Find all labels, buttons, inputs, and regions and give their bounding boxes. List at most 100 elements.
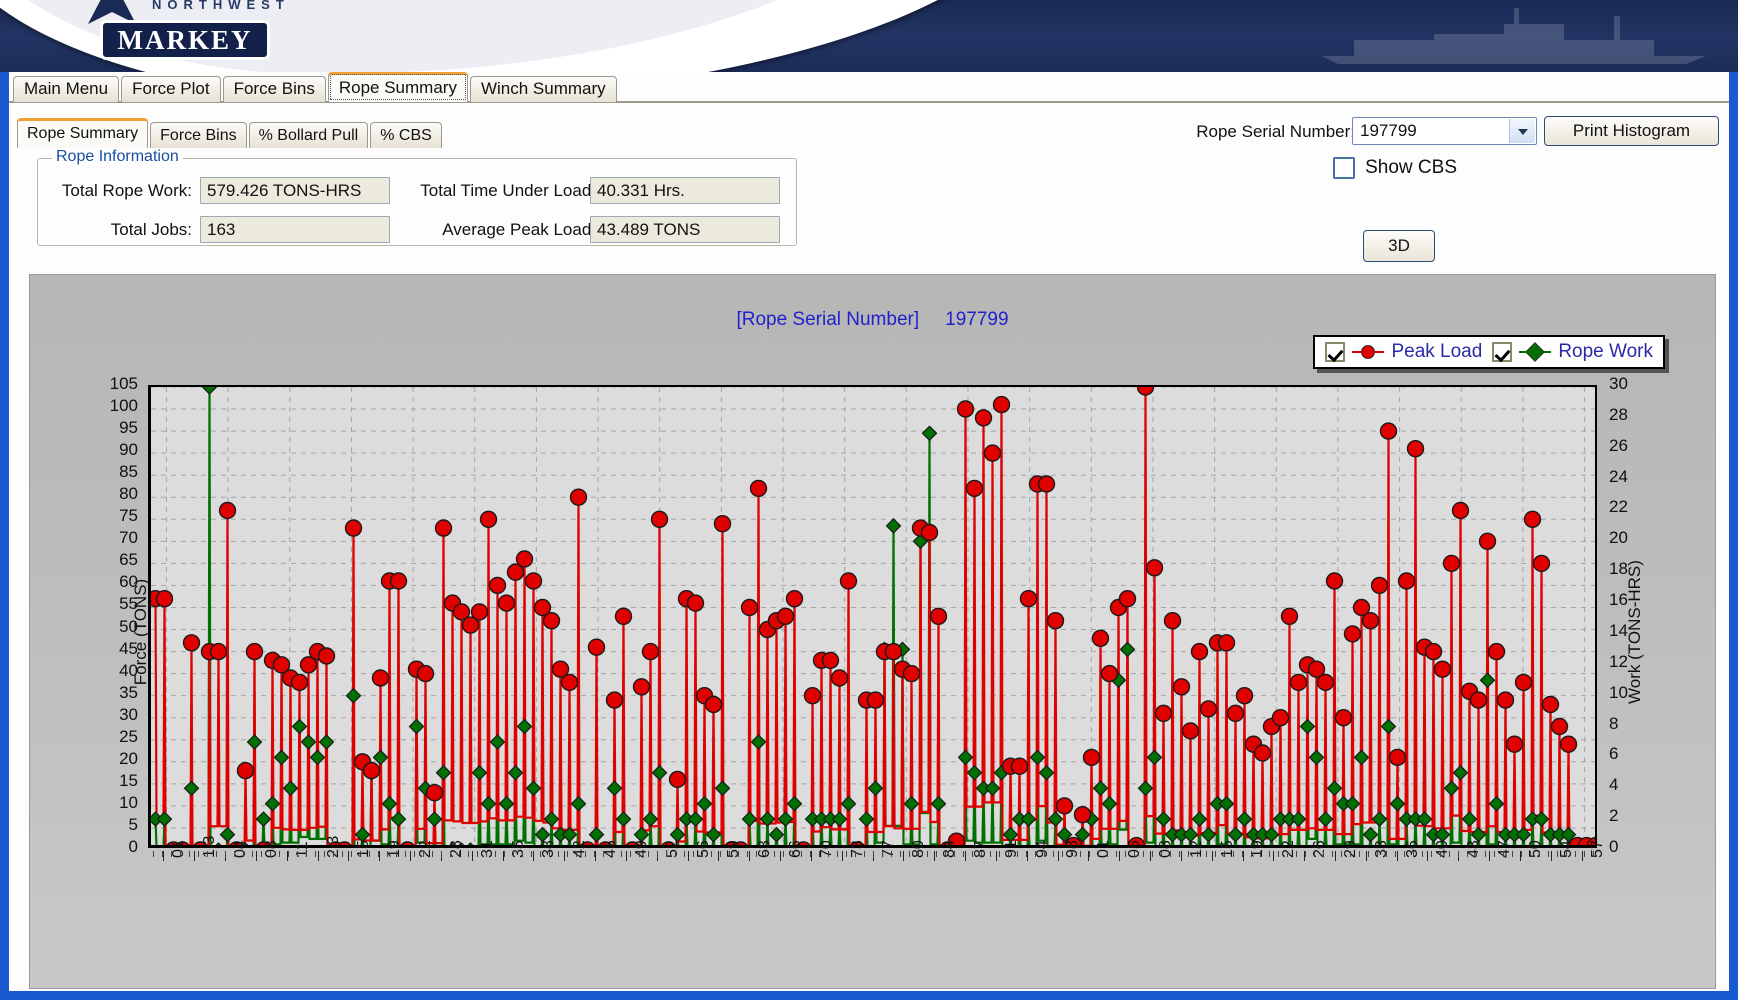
x-tick-mark	[317, 851, 319, 861]
x-tick-mark-minor	[296, 851, 298, 857]
x-tick-mark-minor	[1232, 851, 1234, 857]
x-tick-mark-minor	[1088, 851, 1090, 857]
x-tick-mark-minor	[827, 851, 829, 857]
average-peak-load-label: Average Peak Load:	[442, 220, 596, 239]
x-tick-mark-minor	[314, 851, 316, 857]
x-tick-mark-minor	[1538, 851, 1540, 857]
brand-logo: MARKEY	[100, 20, 270, 60]
tab-rope-summary[interactable]: Rope Summary	[327, 72, 468, 102]
x-tick-mark-minor	[773, 851, 775, 857]
x-tick-label: 28	[447, 840, 465, 858]
x-tick-mark-minor	[1304, 851, 1306, 857]
x-tick-mark-minor	[908, 851, 910, 857]
print-histogram-button[interactable]: Print Histogram	[1544, 116, 1719, 146]
x-tick-mark-minor	[746, 851, 748, 857]
chart-panel: [Rope Serial Number] 197799 Peak Load Rop…	[29, 274, 1716, 989]
x-tick-mark-minor	[683, 851, 685, 857]
x-tick-mark	[965, 851, 966, 861]
x-tick-label: 40	[1434, 840, 1452, 858]
x-tick-mark-minor	[1349, 851, 1351, 857]
tab-main-menu[interactable]: Main Menu	[13, 76, 120, 102]
x-tick-mark	[595, 851, 596, 861]
x-tick-mark-minor	[1394, 851, 1396, 857]
x-tick-mark-minor	[989, 851, 991, 857]
y-tick-right: 12	[1609, 651, 1628, 671]
x-tick-mark	[1427, 851, 1429, 861]
x-tick-mark	[810, 851, 812, 861]
x-tick-mark-minor	[1187, 851, 1189, 857]
x-tick-mark-minor	[782, 851, 784, 857]
x-tick-mark-minor	[575, 851, 577, 857]
x-tick-mark-minor	[998, 851, 1000, 857]
subtab-cbs[interactable]: % CBS	[370, 122, 442, 148]
x-tick-mark-minor	[251, 851, 253, 857]
x-tick-mark-minor	[1115, 851, 1117, 857]
y-tick-left: 5	[128, 814, 138, 834]
x-tick-label: 42	[571, 840, 589, 858]
x-tick-mark-minor	[890, 851, 892, 857]
x-tick-mark-minor	[1052, 851, 1054, 857]
x-tick-mark-minor	[1151, 851, 1153, 857]
x-tick-mark	[1026, 851, 1028, 861]
x-tick-mark-minor	[971, 851, 973, 857]
inner-tabstrip: Rope Summary Force Bins % Bollard Pull %…	[17, 116, 444, 148]
x-tick-label: 2.3	[324, 835, 342, 858]
x-tick-mark-minor	[818, 851, 820, 857]
show-cbs-checkbox-row[interactable]: Show CBS	[1333, 157, 1457, 179]
rope-serial-number-select[interactable]: 197799	[1352, 117, 1537, 145]
chevron-down-icon[interactable]	[1509, 119, 1535, 143]
tab-force-bins[interactable]: Force Bins	[222, 76, 326, 102]
x-tick-mark-minor	[809, 851, 811, 857]
x-tick-mark-minor	[332, 851, 334, 857]
show-cbs-checkbox[interactable]	[1333, 157, 1356, 179]
window-client-area: Main Menu Force Plot Force Bins Rope Sum…	[9, 72, 1729, 991]
x-tick-mark-minor	[1574, 851, 1576, 857]
x-tick-mark-minor	[1043, 851, 1045, 857]
x-tick-mark-minor	[1457, 851, 1459, 857]
rope-information-group: Rope Information Total Rope Work: 579.42…	[37, 148, 797, 246]
y-tick-left: 20	[119, 748, 138, 768]
tab-force-plot[interactable]: Force Plot	[121, 76, 221, 102]
y-tick-right: 26	[1609, 435, 1628, 455]
y-tick-left: 35	[119, 682, 138, 702]
x-tick-label: 19	[1249, 840, 1267, 858]
rope-information-legend: Rope Information	[52, 148, 183, 166]
subtab-rope-summary[interactable]: Rope Summary	[17, 118, 149, 148]
x-tick-label: 04	[232, 840, 250, 858]
y-tick-left: 0	[128, 837, 138, 856]
x-tick-mark-minor	[1412, 851, 1414, 857]
x-tick-mark-minor	[611, 851, 613, 857]
x-tick-mark-minor	[1403, 851, 1405, 857]
y-tick-left: 95	[119, 418, 138, 438]
total-rope-work-value: 579.426 TONS-HRS	[200, 177, 390, 204]
toggle-3d-button[interactable]: 3D	[1363, 230, 1435, 262]
x-tick-mark-minor	[836, 851, 838, 857]
x-tick-mark	[533, 851, 535, 861]
x-tick-mark-minor	[1070, 851, 1072, 857]
x-tick-mark-minor	[1079, 851, 1081, 857]
x-tick-mark-minor	[1097, 851, 1099, 857]
x-tick-mark-minor	[881, 851, 883, 857]
x-tick-label: 33	[1372, 840, 1390, 858]
plot-area[interactable]	[148, 385, 1597, 848]
x-tick-mark-minor	[512, 851, 514, 857]
x-tick-mark-minor	[1421, 851, 1423, 857]
subtab-bollard-pull[interactable]: % Bollard Pull	[248, 122, 369, 148]
subtab-force-bins[interactable]: Force Bins	[150, 122, 247, 148]
application-window: Main Menu Force Plot Force Bins Rope Sum…	[0, 72, 1738, 1000]
x-tick-mark-minor	[1295, 851, 1297, 857]
x-tick-mark	[410, 851, 412, 861]
x-tick-mark	[163, 851, 165, 861]
x-tick-mark-minor	[269, 851, 271, 857]
y-tick-right: 30	[1609, 374, 1628, 393]
y-tick-left: 100	[109, 396, 138, 416]
x-tick-mark-minor	[1367, 851, 1369, 857]
x-tick-mark	[1057, 851, 1059, 861]
tab-winch-summary[interactable]: Winch Summary	[469, 76, 617, 102]
x-tick-mark-minor	[179, 851, 181, 857]
x-tick-mark-minor	[1511, 851, 1513, 857]
total-rope-work-label: Total Rope Work:	[61, 181, 192, 200]
x-tick-mark-minor	[917, 851, 919, 857]
total-jobs-value: 163	[200, 216, 390, 243]
x-tick-mark	[1211, 851, 1213, 861]
